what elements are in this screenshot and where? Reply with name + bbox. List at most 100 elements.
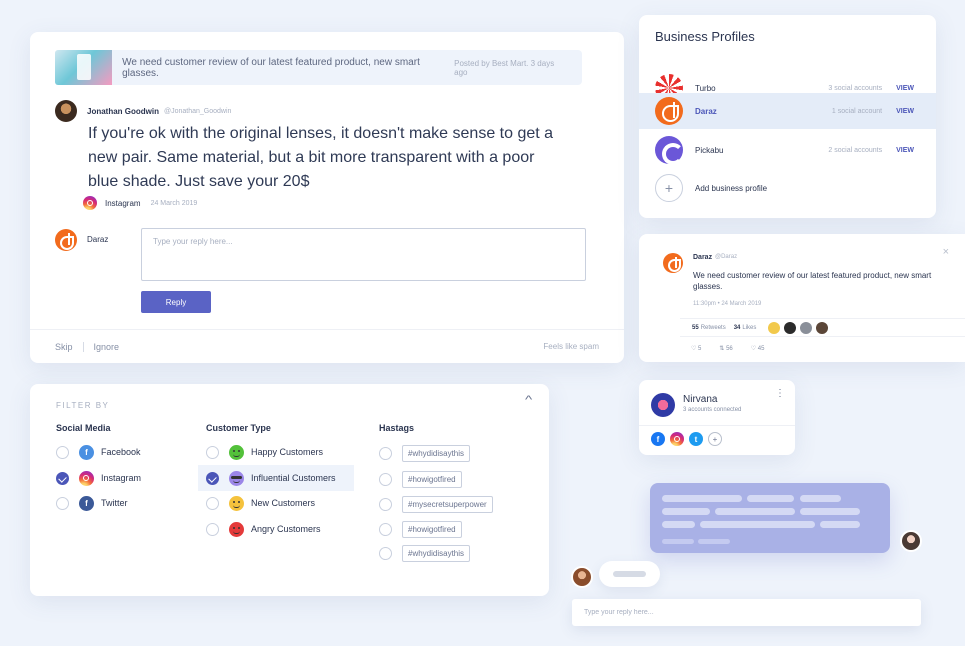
- filter-option-instagram[interactable]: Instagram: [56, 465, 141, 491]
- liker-avatar[interactable]: [816, 321, 829, 334]
- view-button[interactable]: VIEW: [896, 85, 914, 92]
- radio-button[interactable]: [379, 522, 392, 536]
- reply-input[interactable]: [141, 228, 586, 281]
- filter-option-facebook[interactable]: f Facebook: [56, 439, 141, 465]
- option-label: Facebook: [101, 447, 141, 457]
- tweet-text: We need customer review of our latest fe…: [693, 271, 932, 291]
- radio-button[interactable]: [379, 472, 392, 486]
- daraz-avatar: [663, 253, 683, 273]
- social-media-heading: Social Media: [56, 423, 111, 433]
- timestamp-placeholder: [698, 539, 730, 544]
- filter-option-hashtag[interactable]: #mysecretsuperpower: [379, 491, 493, 517]
- review-card: We need customer review of our latest fe…: [30, 32, 624, 363]
- collapse-icon[interactable]: ^: [525, 394, 532, 406]
- radio-button[interactable]: [379, 446, 392, 460]
- filter-label: FILTER BY: [56, 401, 110, 410]
- like-label: Likes: [742, 324, 757, 331]
- happy-emoji-icon: [229, 444, 244, 460]
- quoted-post-text: We need customer review of our latest fe…: [122, 56, 420, 79]
- instagram-icon: [79, 470, 94, 486]
- add-profile-label: Add business profile: [695, 183, 768, 193]
- hashtags-heading: Hastags: [379, 423, 415, 433]
- more-options-icon[interactable]: ⋮: [775, 388, 785, 399]
- option-label: Happy Customers: [251, 447, 324, 457]
- like-count: 34: [733, 324, 741, 331]
- like-action[interactable]: ♡ 45: [751, 345, 765, 352]
- text-placeholder-line: [820, 521, 860, 528]
- option-label: Twitter: [101, 498, 128, 508]
- tweet-author-name: Daraz: [693, 254, 713, 261]
- customer-type-heading: Customer Type: [206, 423, 271, 433]
- filter-option-hashtag[interactable]: #howigotfired: [379, 466, 462, 492]
- reply-action[interactable]: ♡ 5: [691, 345, 701, 352]
- review-text: If you're ok with the original lenses, i…: [88, 125, 554, 190]
- profile-account-count: 1 social account: [831, 107, 883, 115]
- close-icon[interactable]: ×: [943, 246, 949, 258]
- profile-name: Pickabu: [695, 145, 724, 155]
- chat-reply-input[interactable]: [572, 599, 921, 626]
- author-avatar[interactable]: [55, 100, 77, 122]
- text-placeholder-line: [662, 508, 710, 515]
- filter-option-hashtag[interactable]: #howigotfired: [379, 516, 462, 542]
- retweet-count: 55: [692, 324, 699, 331]
- filter-card: FILTER BY ^ Social Media Customer Type H…: [30, 384, 549, 596]
- filter-option-twitter[interactable]: f Twitter: [56, 490, 128, 516]
- radio-button[interactable]: [56, 445, 69, 459]
- hashtag-chip: #howigotfired: [402, 520, 462, 538]
- filter-option-hashtag[interactable]: #whydidisaythis: [379, 440, 471, 466]
- tweet-preview-card: × Daraz @Daraz We need customer review o…: [639, 234, 965, 362]
- hashtag-chip: #mysecretsuperpower: [402, 495, 493, 513]
- user-avatar: [900, 530, 922, 552]
- liker-avatar[interactable]: [768, 321, 781, 334]
- profile-row-daraz[interactable]: Daraz 1 social account VIEW: [639, 93, 936, 129]
- filter-option-hashtag[interactable]: #whydidisaythis: [379, 540, 471, 566]
- text-placeholder-line: [800, 495, 841, 502]
- liker-avatar[interactable]: [800, 321, 813, 334]
- view-button[interactable]: VIEW: [896, 108, 914, 115]
- ignore-link[interactable]: Ignore: [94, 342, 120, 352]
- retweet-label: Retweets: [700, 324, 726, 331]
- retweet-action[interactable]: ⇅ 56: [719, 345, 732, 352]
- review-author: Jonathan Goodwin @Jonathan_Goodwin: [55, 100, 231, 122]
- radio-button[interactable]: [206, 522, 219, 536]
- review-date: 24 March 2019: [150, 199, 198, 207]
- radio-button[interactable]: [56, 496, 69, 510]
- filter-option-influential[interactable]: Influential Customers: [198, 465, 354, 491]
- radio-button[interactable]: [206, 445, 219, 459]
- instagram-icon[interactable]: [670, 432, 684, 446]
- option-label: Influential Customers: [251, 473, 336, 483]
- agent-avatar: [571, 566, 593, 588]
- hashtag-chip: #howigotfired: [402, 470, 462, 488]
- filter-option-new[interactable]: New Customers: [206, 490, 315, 516]
- view-button[interactable]: VIEW: [896, 147, 914, 154]
- liker-avatar[interactable]: [784, 321, 797, 334]
- plus-icon: +: [655, 174, 683, 202]
- reply-button[interactable]: Reply: [141, 291, 211, 313]
- filter-option-happy[interactable]: Happy Customers: [206, 439, 323, 465]
- radio-button-checked[interactable]: [206, 471, 219, 485]
- option-label: Angry Customers: [251, 524, 321, 534]
- profile-name: Daraz: [695, 106, 717, 116]
- author-name[interactable]: Jonathan Goodwin: [87, 107, 159, 116]
- twitter-icon: f: [79, 495, 94, 511]
- profile-account-count: 2 social accounts: [828, 146, 883, 154]
- profile-row-pickabu[interactable]: Pickabu 2 social accounts VIEW: [639, 132, 936, 168]
- radio-button-checked[interactable]: [56, 471, 69, 485]
- add-business-profile[interactable]: + Add business profile: [639, 170, 936, 206]
- twitter-icon[interactable]: t: [689, 432, 703, 446]
- facebook-icon[interactable]: f: [651, 432, 665, 446]
- review-footer: Skip Ignore Feels like spam: [30, 329, 624, 363]
- radio-button[interactable]: [379, 497, 392, 511]
- add-icon[interactable]: +: [708, 432, 722, 446]
- radio-button[interactable]: [379, 546, 392, 560]
- hashtag-chip: #whydidisaythis: [402, 444, 471, 462]
- typing-indicator: [599, 561, 660, 587]
- daraz-avatar: [55, 229, 77, 251]
- connected-accounts: f t +: [639, 425, 795, 452]
- quoted-post[interactable]: We need customer review of our latest fe…: [55, 50, 582, 85]
- skip-link[interactable]: Skip: [55, 342, 73, 352]
- radio-button[interactable]: [206, 496, 219, 510]
- profile-account-count: 3 social accounts: [828, 84, 883, 92]
- filter-option-angry[interactable]: Angry Customers: [206, 516, 321, 542]
- spam-link[interactable]: Feels like spam: [543, 342, 599, 351]
